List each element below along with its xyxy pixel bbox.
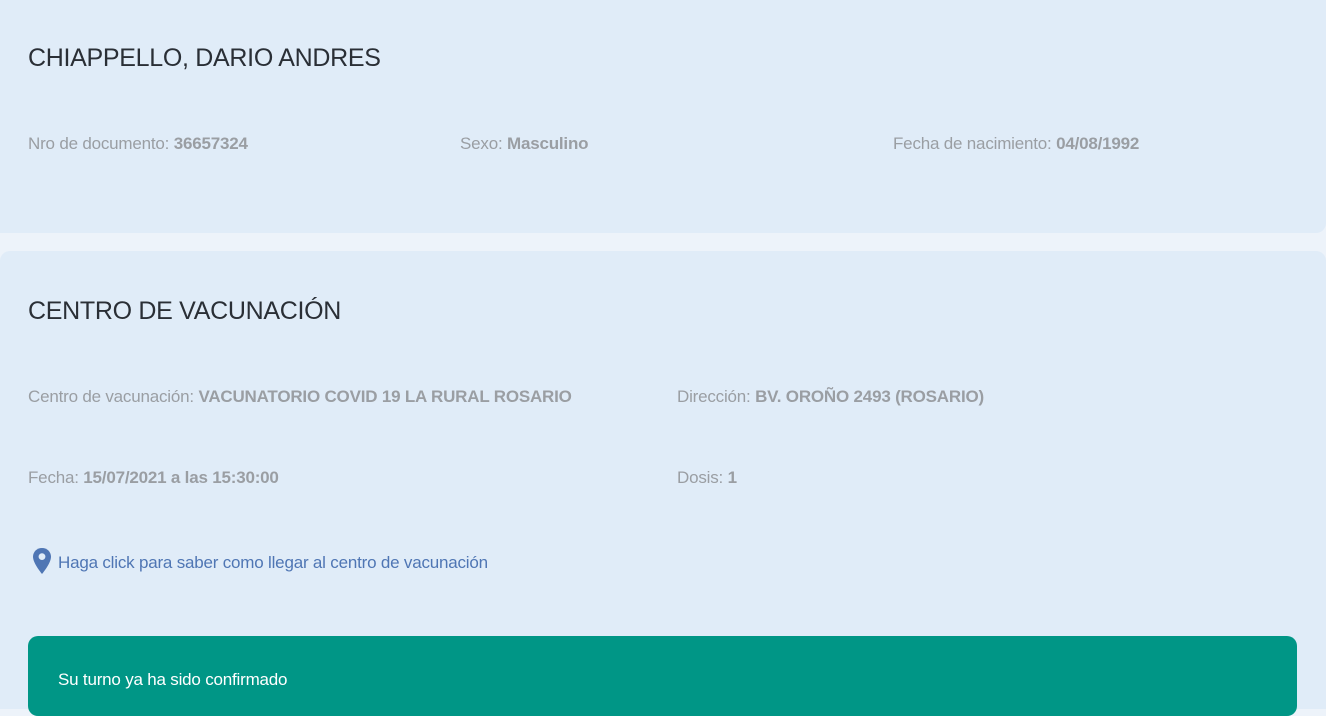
vaccination-center-card: CENTRO DE VACUNACIÓN Centro de vacunació… <box>0 251 1326 716</box>
confirmation-banner: Su turno ya ha sido confirmado <box>28 636 1297 716</box>
center-label: Centro de vacunación: <box>28 387 199 406</box>
document-label: Nro de documento: <box>28 134 174 153</box>
directions-link-text[interactable]: Haga click para saber como llegar al cen… <box>58 553 488 575</box>
confirmation-message: Su turno ya ha sido confirmado <box>58 670 288 689</box>
directions-link[interactable]: Haga click para saber como llegar al cen… <box>32 547 488 575</box>
dose-field: Dosis: 1 <box>677 468 737 488</box>
document-value: 36657324 <box>173 134 248 153</box>
date-label: Fecha: <box>28 468 84 487</box>
person-name: CHIAPPELLO, DARIO ANDRES <box>28 44 381 72</box>
document-field: Nro de documento: 36657324 <box>28 134 248 154</box>
vaccination-center-title: CENTRO DE VACUNACIÓN <box>28 297 342 325</box>
address-field: Dirección: BV. OROÑO 2493 (ROSARIO) <box>677 387 984 407</box>
dose-value: 1 <box>727 468 737 487</box>
birth-date-field: Fecha de nacimiento: 04/08/1992 <box>893 134 1139 154</box>
birth-date-label: Fecha de nacimiento: <box>893 134 1057 153</box>
sex-field: Sexo: Masculino <box>460 134 589 154</box>
date-field: Fecha: 15/07/2021 a las 15:30:00 <box>28 468 279 488</box>
person-card: CHIAPPELLO, DARIO ANDRES Nro de document… <box>0 0 1326 233</box>
dose-label: Dosis: <box>677 468 728 487</box>
center-value: VACUNATORIO COVID 19 LA RURAL ROSARIO <box>198 387 572 406</box>
center-field: Centro de vacunación: VACUNATORIO COVID … <box>28 387 572 407</box>
address-value: BV. OROÑO 2493 (ROSARIO) <box>755 387 984 406</box>
date-value: 15/07/2021 a las 15:30:00 <box>83 468 279 487</box>
address-label: Dirección: <box>677 387 756 406</box>
sex-value: Masculino <box>507 134 589 153</box>
map-pin-icon <box>33 548 51 574</box>
birth-date-value: 04/08/1992 <box>1056 134 1140 153</box>
sex-label: Sexo: <box>460 134 507 153</box>
